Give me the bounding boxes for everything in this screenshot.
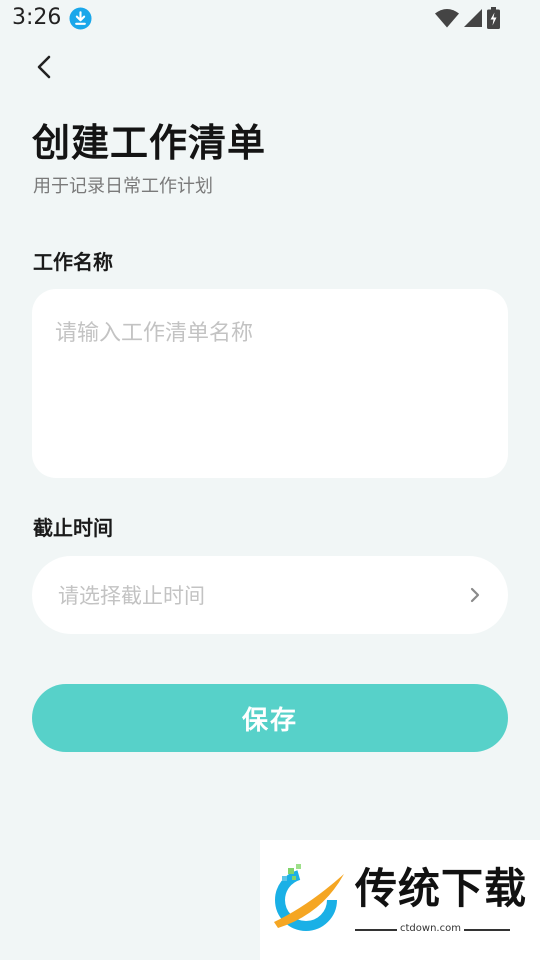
status-time: 3:26	[12, 5, 62, 30]
save-button[interactable]: 保存	[32, 684, 508, 752]
chevron-left-icon	[37, 55, 51, 79]
page-subtitle: 用于记录日常工作计划	[33, 176, 213, 197]
watermark-line-left	[355, 929, 397, 931]
back-button[interactable]	[28, 50, 62, 84]
system-icons	[435, 7, 500, 29]
wifi-icon	[435, 9, 459, 28]
chevron-right-icon	[470, 587, 480, 603]
watermark-line-right	[464, 929, 510, 931]
watermark-url: ctdown.com	[400, 923, 461, 934]
work-name-label: 工作名称	[33, 250, 113, 274]
download-notification-icon	[69, 7, 92, 30]
deadline-placeholder: 请选择截止时间	[58, 584, 205, 608]
deadline-label: 截止时间	[33, 516, 113, 540]
work-name-input[interactable]	[32, 289, 508, 478]
watermark-logo	[274, 864, 344, 931]
page-title: 创建工作清单	[32, 121, 267, 165]
watermark: 传统下载 ctdown.com	[260, 840, 540, 960]
signal-icon	[464, 9, 482, 27]
status-bar: 3:26	[0, 0, 540, 36]
watermark-name: 传统下载	[355, 864, 528, 913]
deadline-selector[interactable]: 请选择截止时间	[32, 556, 508, 634]
battery-charging-icon	[487, 7, 500, 29]
